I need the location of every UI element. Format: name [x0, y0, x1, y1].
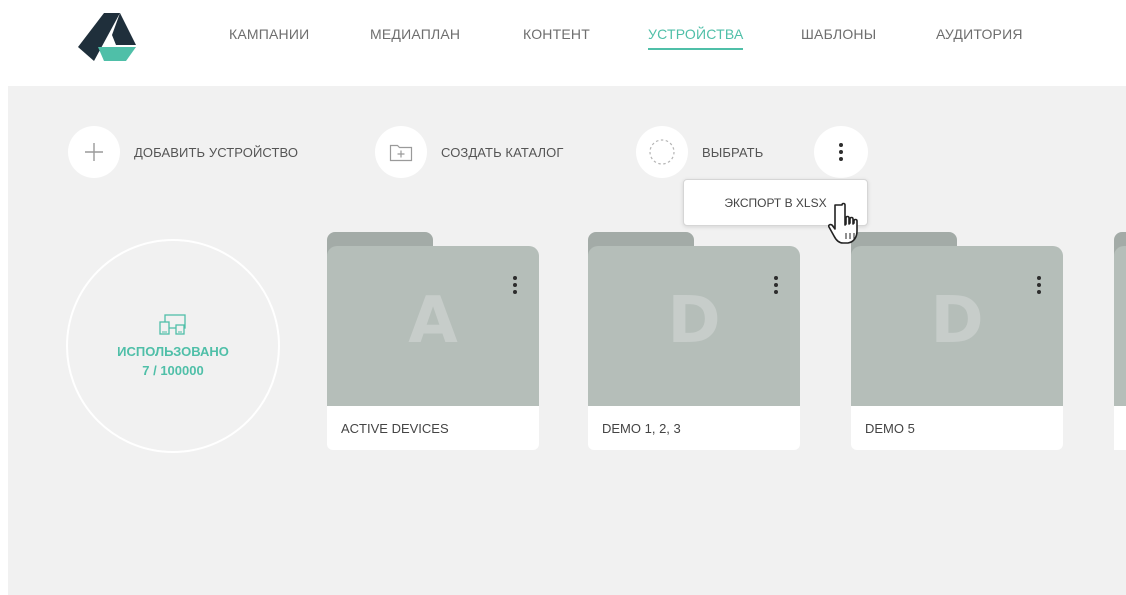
- select-button[interactable]: ВЫБРАТЬ: [636, 126, 763, 178]
- more-options-button[interactable]: [814, 126, 868, 178]
- nav-item-content[interactable]: КОНТЕНТ: [523, 26, 590, 42]
- folder-name: DEMO 1, 2, 3: [588, 406, 800, 450]
- vertical-dots-icon: [513, 275, 517, 296]
- top-header: КАМПАНИИ МЕДИАПЛАН КОНТЕНТ УСТРОЙСТВА ША…: [0, 0, 1126, 86]
- usage-label: ИСПОЛЬЗОВАНО: [117, 344, 229, 359]
- folder-body: D: [851, 246, 1063, 406]
- devices-content: ДОБАВИТЬ УСТРОЙСТВО СОЗДАТЬ КАТАЛОГ ВЫБР…: [8, 86, 1126, 595]
- folder-body: D: [588, 246, 800, 406]
- folder-name: DEMO 5: [851, 406, 1063, 450]
- nav-item-mediaplan[interactable]: МЕДИАПЛАН: [370, 26, 460, 42]
- create-catalog-label: СОЗДАТЬ КАТАЛОГ: [441, 144, 564, 160]
- usage-indicator: ИСПОЛЬЗОВАНО 7 / 100000: [66, 239, 280, 453]
- devices-icon: [159, 314, 186, 335]
- vertical-dots-icon: [774, 275, 778, 296]
- folder-menu-button[interactable]: [505, 272, 525, 298]
- folder-card[interactable]: A ACTIVE DEVICES: [327, 232, 539, 450]
- more-options-dropdown: ЭКСПОРТ В XLSX: [683, 179, 868, 226]
- add-device-label: ДОБАВИТЬ УСТРОЙСТВО: [134, 144, 299, 160]
- add-device-button[interactable]: ДОБАВИТЬ УСТРОЙСТВО: [68, 126, 298, 178]
- dashed-circle-icon: [636, 126, 688, 178]
- nav-item-campaigns[interactable]: КАМПАНИИ: [229, 26, 309, 42]
- folder-card[interactable]: D DEMO 1, 2, 3: [588, 232, 800, 450]
- nav-item-devices[interactable]: УСТРОЙСТВА: [648, 26, 744, 50]
- vertical-dots-icon: [839, 142, 843, 163]
- folder-menu-button[interactable]: [766, 272, 786, 298]
- folder-card[interactable]: D DEMO 5: [851, 232, 1063, 450]
- export-xlsx-menu-item[interactable]: ЭКСПОРТ В XLSX: [684, 180, 867, 225]
- folder-name: ACTIVE DEVICES: [327, 406, 539, 450]
- vertical-dots-icon: [1037, 275, 1041, 296]
- nav-item-audience[interactable]: АУДИТОРИЯ: [936, 26, 1023, 42]
- folder-menu-button[interactable]: [1029, 272, 1049, 298]
- plus-icon: [68, 126, 120, 178]
- nav-item-templates[interactable]: ШАБЛОНЫ: [801, 26, 876, 42]
- create-catalog-button[interactable]: СОЗДАТЬ КАТАЛОГ: [375, 126, 564, 178]
- folder-body: A: [327, 246, 539, 406]
- select-label: ВЫБРАТЬ: [702, 144, 764, 160]
- folder-plus-icon: [375, 126, 427, 178]
- folder-card-partial[interactable]: [1114, 232, 1126, 450]
- usage-value: 7 / 100000: [142, 363, 204, 378]
- brand-logo[interactable]: [76, 11, 138, 63]
